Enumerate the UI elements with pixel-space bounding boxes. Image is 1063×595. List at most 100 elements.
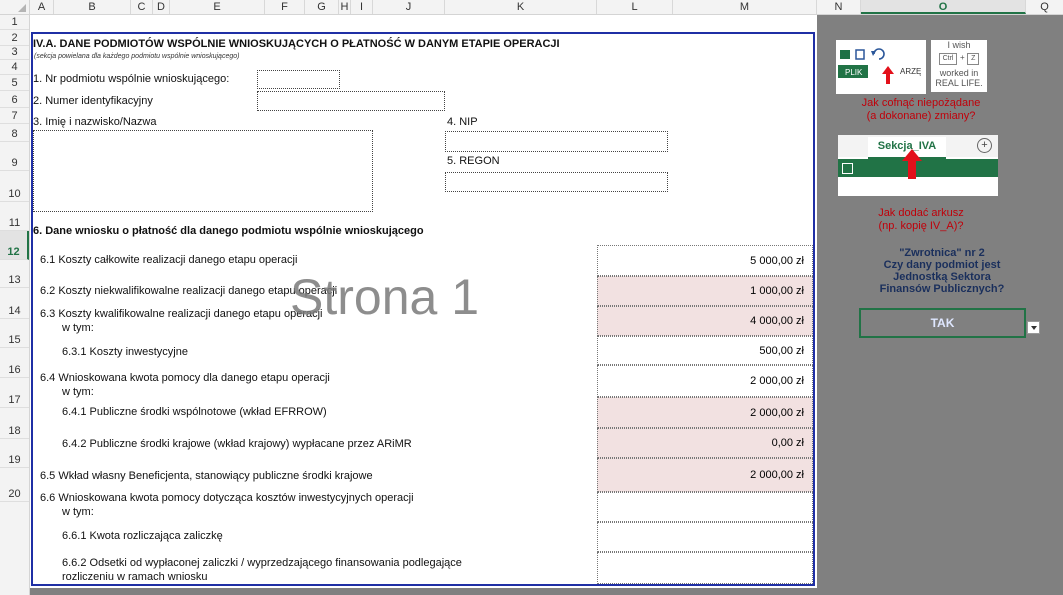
regon-input[interactable] (445, 172, 668, 192)
column-header-k[interactable]: K (445, 0, 597, 14)
row-header-4[interactable]: 4 (0, 60, 29, 75)
row-header-11[interactable]: 11 (0, 202, 29, 231)
column-header-q[interactable]: Q (1026, 0, 1063, 14)
column-header-n[interactable]: N (817, 0, 861, 14)
red-arrow-icon (902, 149, 922, 179)
row-header-18[interactable]: 18 (0, 408, 29, 439)
item-6-6-1-value[interactable] (597, 522, 813, 552)
wish-line-1: I wish (947, 40, 971, 50)
ctrl-key: Ctrl (938, 53, 958, 65)
row-header-16[interactable]: 16 (0, 348, 29, 378)
jsfp-question: "Zwrotnica" nr 2 Czy dany podmiot jest J… (860, 247, 1024, 295)
column-header-b[interactable]: B (54, 0, 131, 14)
column-header-l[interactable]: L (597, 0, 673, 14)
row-header-8[interactable]: 8 (0, 124, 29, 142)
question-line4: Finansów Publicznych? (879, 283, 1005, 295)
column-header-h[interactable]: H (339, 0, 351, 14)
item-6-4-value[interactable]: 2 000,00 zł (597, 365, 813, 397)
column-header-i[interactable]: I (351, 0, 373, 14)
item-6-6-1-label: 6.6.1 Kwota rozliczająca zaliczkę (62, 530, 223, 542)
item-6-2-value[interactable]: 1 000,00 zł (597, 276, 813, 306)
item-6-3-1-value[interactable]: 500,00 zł (597, 336, 813, 365)
item-6-1-value[interactable]: 5 000,00 zł (597, 245, 813, 276)
item-6-5-label: 6.5 Wkład własny Beneficjenta, stanowiąc… (40, 470, 373, 482)
item-6-6-value[interactable] (597, 492, 813, 522)
row-header-10[interactable]: 10 (0, 171, 29, 202)
row-header-13[interactable]: 13 (0, 260, 29, 288)
item-6-3-value[interactable]: 4 000,00 zł (597, 306, 813, 336)
form-title: IV.A. DANE PODMIOTÓW WSPÓLNIE WNIOSKUJĄC… (33, 38, 560, 50)
add-sheet-icon: + (977, 138, 992, 153)
item-6-5-value[interactable]: 2 000,00 zł (597, 458, 813, 492)
item-6-6-2-sub: rozliczeniu w ramach wniosku (62, 571, 208, 583)
row-header-12[interactable]: 12 (0, 231, 29, 260)
add-sheet-note-line1: Jak dodać arkusz (878, 207, 964, 219)
red-arrow-icon (882, 66, 894, 84)
field2-label: 2. Numer identyfikacyjny (33, 95, 153, 107)
row-header-6[interactable]: 6 (0, 91, 29, 108)
row-header-15[interactable]: 15 (0, 319, 29, 348)
subject-number-input[interactable] (257, 70, 340, 89)
row-header-9[interactable]: 9 (0, 142, 29, 171)
wish-meme-image: I wish Ctrl + Z worked in REAL LIFE. (931, 40, 987, 92)
undo-note-line2: (a dokonane) zmiany? (866, 110, 976, 122)
field1-label: 1. Nr podmiotu wspólnie wnioskującego: (33, 73, 230, 85)
z-key: Z (967, 53, 980, 65)
add-sheet-note-line2: (np. kopię IV_A)? (878, 220, 964, 232)
column-header-a[interactable]: A (30, 0, 54, 14)
column-header-bar: A B C D E F G H I J K L M N O Q (0, 0, 1063, 15)
ribbon-undo-illustration: PLIK ARZĘ (836, 40, 926, 94)
row-header-20[interactable]: 20 (0, 468, 29, 502)
item-6-6-sub: w tym: (62, 506, 94, 518)
jsfp-answer-cell[interactable]: TAK (859, 308, 1026, 338)
row-header-19[interactable]: 19 (0, 439, 29, 468)
item-6-6-label: 6.6 Wnioskowana kwota pomocy dotycząca k… (40, 492, 414, 504)
item-6-6-2-value[interactable] (597, 552, 813, 584)
row-header-2[interactable]: 2 (0, 30, 29, 46)
item-6-1-label: 6.1 Koszty całkowite realizacji danego e… (40, 254, 298, 266)
undo-note: Jak cofnąć niepożądane (a dokonane) zmia… (842, 97, 1000, 123)
form-subtitle: (sekcja powielana dla każdego podmiotu w… (34, 53, 240, 60)
select-all-corner[interactable] (0, 0, 30, 14)
row-header-bar: 1 2 3 4 5 6 7 8 9 10 11 12 13 14 15 16 1… (0, 15, 30, 595)
item-6-3-sub: w tym: (62, 322, 94, 334)
column-header-c[interactable]: C (131, 0, 153, 14)
dropdown-arrow-icon[interactable] (1027, 321, 1040, 334)
undo-note-line1: Jak cofnąć niepożądane (861, 97, 981, 109)
item-6-4-2-value[interactable]: 0,00 zł (597, 428, 813, 458)
question-line2: Czy dany podmiot jest (883, 259, 1001, 271)
column-header-d[interactable]: D (153, 0, 170, 14)
row-header-3[interactable]: 3 (0, 46, 29, 60)
question-line3: Jednostką Sektora (893, 271, 991, 283)
row-header-17[interactable]: 17 (0, 378, 29, 408)
row-header-5[interactable]: 5 (0, 75, 29, 91)
ribbon-tab2-label: ARZĘ (900, 67, 922, 76)
save-icon (855, 49, 865, 60)
item-6-4-1-label: 6.4.1 Publiczne środki wspólnotowe (wkła… (62, 406, 327, 418)
field5-label: 5. REGON (447, 155, 500, 167)
sheet-tab-illustration: Sekcja_IVA + (838, 135, 998, 196)
column-header-j[interactable]: J (373, 0, 445, 14)
name-input[interactable] (33, 130, 373, 212)
column-header-f[interactable]: F (265, 0, 305, 14)
item-6-4-sub: w tym: (62, 386, 94, 398)
row-header-14[interactable]: 14 (0, 288, 29, 319)
column-header-e[interactable]: E (170, 0, 265, 14)
wish-line-4: REAL LIFE. (935, 78, 983, 88)
field4-label: 4. NIP (447, 116, 478, 128)
identification-number-input[interactable] (257, 91, 445, 111)
item-6-4-label: 6.4 Wnioskowana kwota pomocy dla danego … (40, 372, 330, 384)
nip-input[interactable] (445, 131, 668, 152)
excel-icon (840, 50, 850, 59)
item-6-4-1-value[interactable]: 2 000,00 zł (597, 397, 813, 428)
row-header-1[interactable]: 1 (0, 15, 29, 30)
section6-heading: 6. Dane wniosku o płatność dla danego po… (33, 225, 424, 237)
item-6-6-2-label: 6.6.2 Odsetki od wypłaconej zaliczki / w… (62, 557, 462, 569)
item-6-3-label: 6.3 Koszty kwalifikowalne realizacji dan… (40, 308, 323, 320)
undo-icon (873, 48, 885, 60)
column-header-o[interactable]: O (861, 0, 1026, 14)
column-header-g[interactable]: G (305, 0, 339, 14)
item-6-4-2-label: 6.4.2 Publiczne środki krajowe (wkład kr… (62, 438, 412, 450)
row-header-7[interactable]: 7 (0, 108, 29, 124)
column-header-m[interactable]: M (673, 0, 817, 14)
